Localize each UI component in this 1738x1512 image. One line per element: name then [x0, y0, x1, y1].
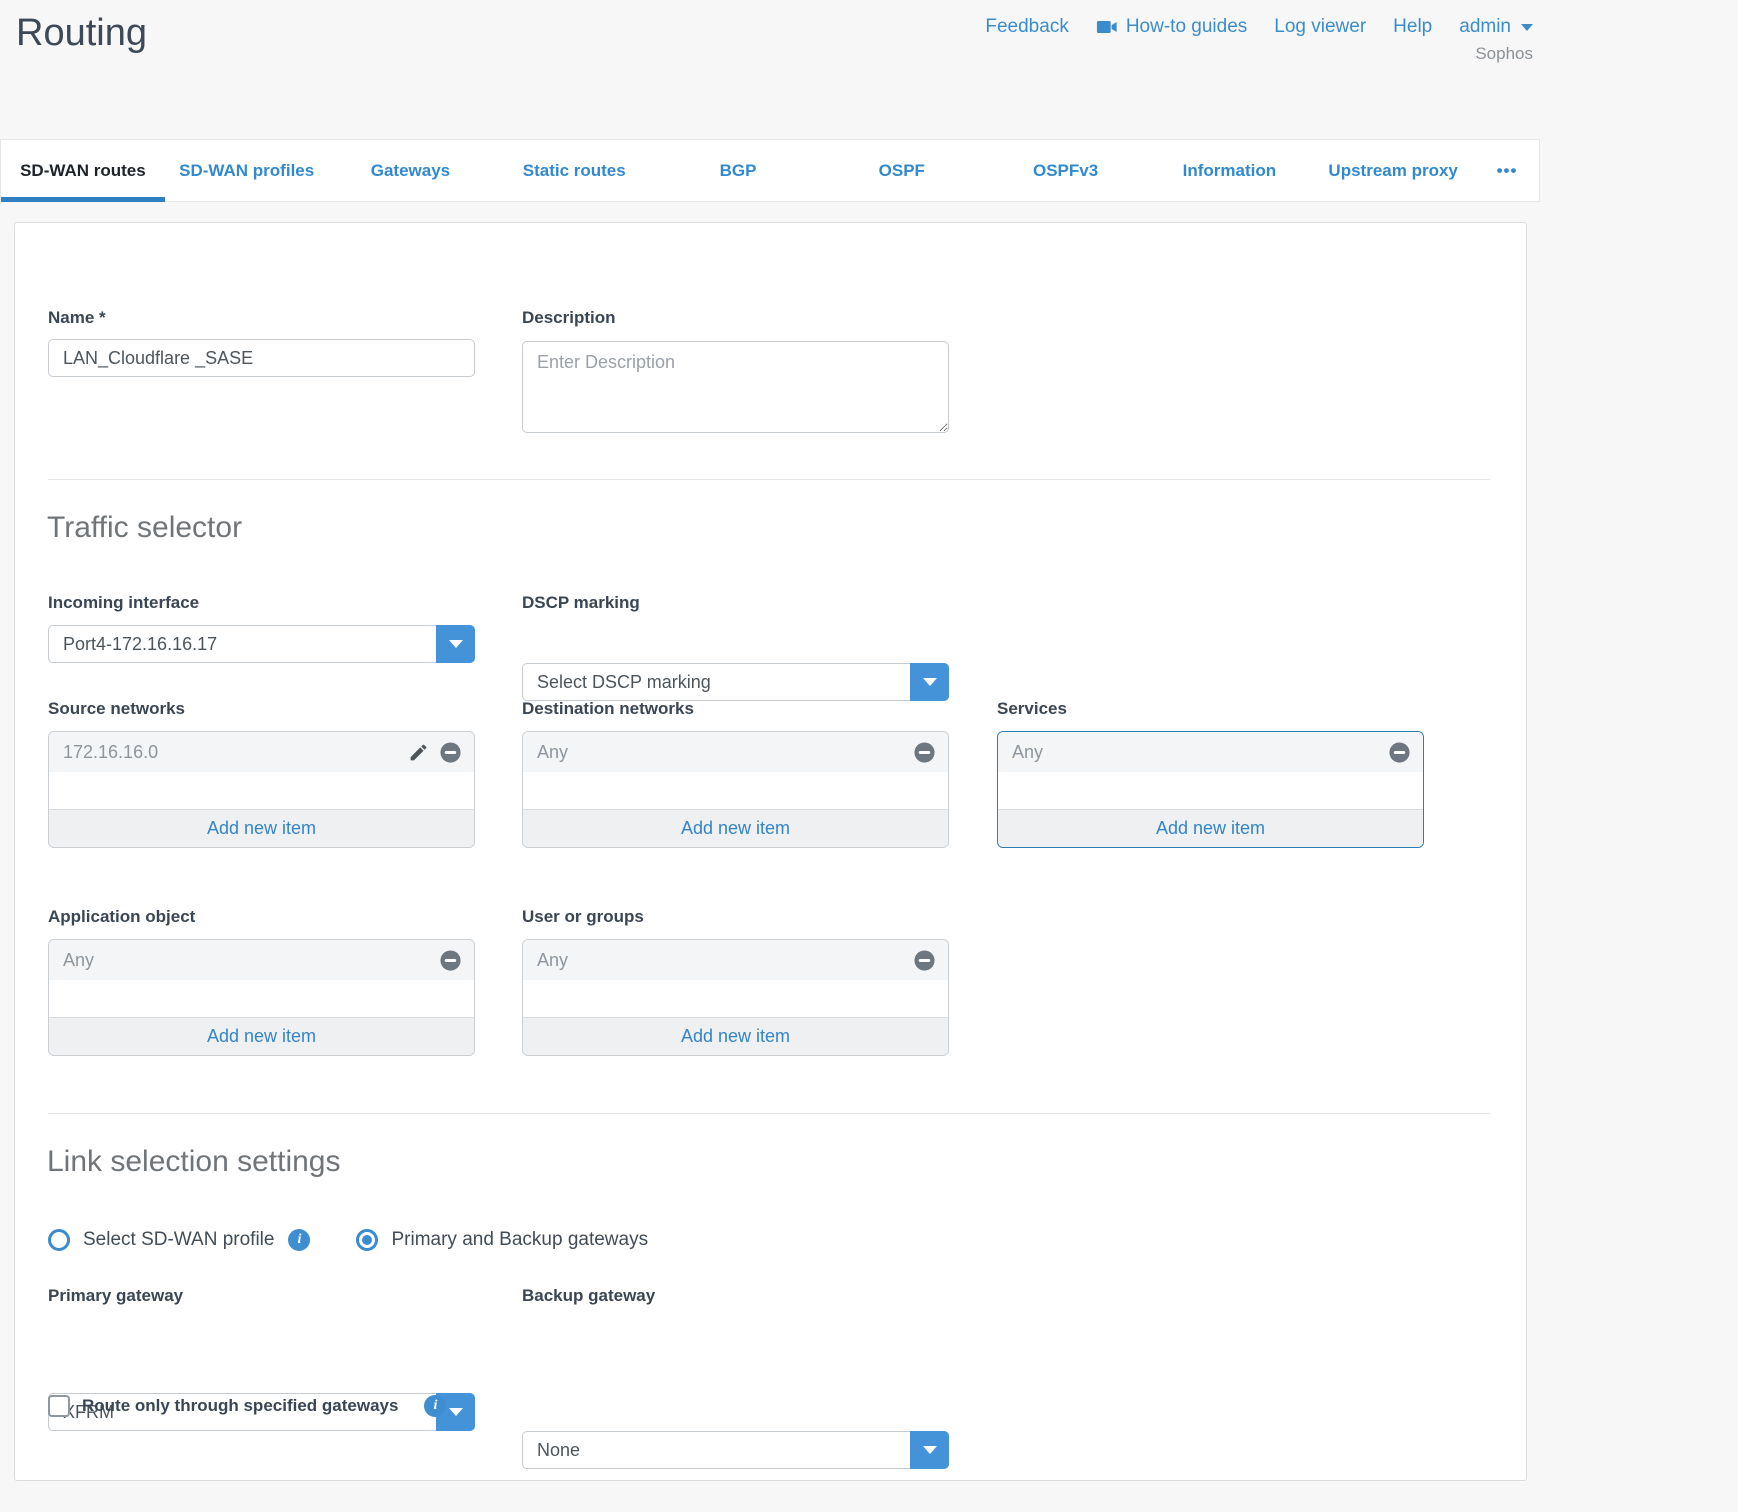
- list-item: Any: [998, 732, 1423, 772]
- source-networks-label: Source networks: [48, 699, 185, 719]
- list-empty-area: [523, 772, 948, 809]
- tab-sdwan-routes[interactable]: SD-WAN routes: [1, 140, 165, 201]
- remove-minus-icon[interactable]: [1388, 741, 1411, 764]
- tab-overflow-menu[interactable]: •••: [1475, 140, 1539, 201]
- dscp-marking-label: DSCP marking: [522, 593, 640, 613]
- route-gateways-row: Route only through specified gateways i: [48, 1395, 446, 1417]
- tab-sdwan-profiles[interactable]: SD-WAN profiles: [165, 140, 329, 201]
- primary-backup-gateways-radio[interactable]: [356, 1229, 378, 1251]
- sdwan-profile-radio[interactable]: [48, 1229, 70, 1251]
- add-new-item-button[interactable]: Add new item: [523, 809, 948, 847]
- route-only-gateways-checkbox[interactable]: [48, 1395, 70, 1417]
- admin-menu[interactable]: admin: [1459, 16, 1533, 38]
- chevron-down-icon: [449, 640, 463, 648]
- tab-static-routes[interactable]: Static routes: [492, 140, 656, 201]
- link-selection-title: Link selection settings: [47, 1145, 341, 1179]
- dropdown-button[interactable]: [910, 663, 949, 701]
- chevron-down-icon: [1521, 24, 1533, 31]
- info-icon[interactable]: i: [424, 1395, 446, 1417]
- description-label: Description: [522, 308, 616, 328]
- tab-upstream-proxy[interactable]: Upstream proxy: [1311, 140, 1475, 201]
- remove-minus-icon[interactable]: [439, 949, 462, 972]
- section-divider: [48, 1113, 1490, 1114]
- howto-guides-link[interactable]: How-to guides: [1096, 16, 1247, 38]
- edit-pencil-icon[interactable]: [408, 742, 429, 763]
- sdwan-profile-radio-label: Select SD-WAN profile: [83, 1229, 274, 1251]
- info-icon[interactable]: i: [288, 1229, 310, 1251]
- sdwan-route-form-panel: Name * Description Traffic selector Inco…: [14, 222, 1527, 1481]
- section-divider: [48, 479, 1490, 480]
- dropdown-button[interactable]: [436, 625, 475, 663]
- list-item: Any: [523, 940, 948, 980]
- application-object-label: Application object: [48, 907, 195, 927]
- tab-gateways[interactable]: Gateways: [329, 140, 493, 201]
- services-box: Any Add new item: [997, 731, 1424, 848]
- chevron-down-icon: [923, 1446, 937, 1454]
- tab-bgp[interactable]: BGP: [656, 140, 820, 201]
- add-new-item-button[interactable]: Add new item: [49, 809, 474, 847]
- tab-ospfv3[interactable]: OSPFv3: [984, 140, 1148, 201]
- destination-networks-box: Any Add new item: [522, 731, 949, 848]
- user-or-groups-label: User or groups: [522, 907, 644, 927]
- list-item: Any: [523, 732, 948, 772]
- name-label: Name *: [48, 308, 106, 328]
- remove-minus-icon[interactable]: [913, 949, 936, 972]
- application-object-box: Any Add new item: [48, 939, 475, 1056]
- list-empty-area: [49, 980, 474, 1017]
- services-label: Services: [997, 699, 1067, 719]
- tab-ospf[interactable]: OSPF: [820, 140, 984, 201]
- name-input[interactable]: [48, 339, 475, 377]
- backup-gateway-select[interactable]: None: [522, 1431, 949, 1469]
- link-selection-radios: Select SD-WAN profile i Primary and Back…: [48, 1229, 648, 1251]
- list-item: 172.16.16.0: [49, 732, 474, 772]
- routing-page: Routing Feedback How-to guides Log viewe…: [0, 0, 1738, 1512]
- feedback-link[interactable]: Feedback: [985, 16, 1068, 38]
- list-empty-area: [49, 772, 474, 809]
- add-new-item-button[interactable]: Add new item: [49, 1017, 474, 1055]
- page-title: Routing: [16, 12, 147, 55]
- add-new-item-button[interactable]: Add new item: [523, 1017, 948, 1055]
- primary-backup-gateways-radio-label: Primary and Backup gateways: [391, 1229, 648, 1251]
- incoming-interface-label: Incoming interface: [48, 593, 199, 613]
- dscp-marking-select[interactable]: Select DSCP marking: [522, 663, 949, 701]
- chevron-down-icon: [449, 1408, 463, 1416]
- brand-label: Sophos: [1475, 44, 1533, 64]
- list-empty-area: [998, 772, 1423, 809]
- primary-gateway-label: Primary gateway: [48, 1286, 183, 1306]
- traffic-selector-title: Traffic selector: [47, 511, 242, 545]
- tab-bar: SD-WAN routes SD-WAN profiles Gateways S…: [0, 139, 1540, 202]
- dropdown-button[interactable]: [910, 1431, 949, 1469]
- backup-gateway-label: Backup gateway: [522, 1286, 655, 1306]
- required-asterisk: *: [99, 308, 106, 327]
- tab-information[interactable]: Information: [1147, 140, 1311, 201]
- remove-minus-icon[interactable]: [439, 741, 462, 764]
- remove-minus-icon[interactable]: [913, 741, 936, 764]
- user-or-groups-box: Any Add new item: [522, 939, 949, 1056]
- add-new-item-button[interactable]: Add new item: [998, 809, 1423, 847]
- list-empty-area: [523, 980, 948, 1017]
- list-item: Any: [49, 940, 474, 980]
- route-only-gateways-label: Route only through specified gateways: [82, 1396, 398, 1416]
- log-viewer-link[interactable]: Log viewer: [1274, 16, 1366, 38]
- destination-networks-label: Destination networks: [522, 699, 694, 719]
- video-camera-icon: [1096, 16, 1118, 38]
- chevron-down-icon: [923, 678, 937, 686]
- description-textarea[interactable]: [522, 341, 949, 433]
- source-networks-box: 172.16.16.0 Add new item: [48, 731, 475, 848]
- header-links: Feedback How-to guides Log viewer Help a…: [950, 16, 1533, 38]
- help-link[interactable]: Help: [1393, 16, 1432, 38]
- incoming-interface-select[interactable]: Port4-172.16.16.17: [48, 625, 475, 663]
